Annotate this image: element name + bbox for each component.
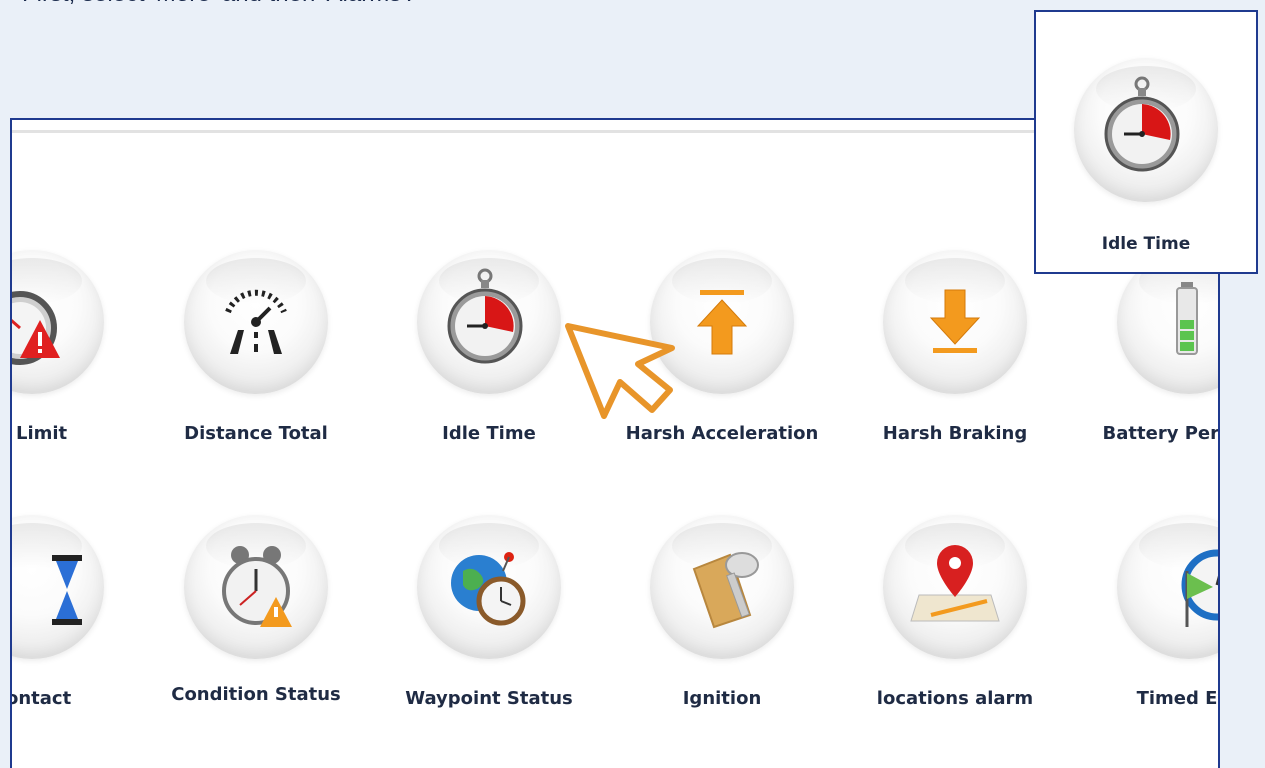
speed-limit-icon xyxy=(12,250,104,394)
alarm-distance-total[interactable]: Distance Total xyxy=(141,250,371,450)
alarm-clock-icon xyxy=(184,515,328,659)
alarm-label: Ignition xyxy=(682,688,762,709)
alarm-label: Condition Status xyxy=(171,684,341,705)
zoom-callout: Idle Time xyxy=(1034,10,1258,274)
alarm-label: d Limit xyxy=(12,423,68,444)
alarm-label: Contact xyxy=(12,688,72,709)
timer-flag-icon xyxy=(1117,515,1218,659)
alarm-harsh-braking[interactable]: Harsh Braking xyxy=(840,250,1070,450)
map-pin-icon xyxy=(883,515,1027,659)
alarm-timed-event[interactable]: Timed Eve xyxy=(1074,515,1218,715)
alarm-battery-percentage[interactable]: Battery Percenta xyxy=(1074,250,1219,450)
alarm-label: Timed Eve xyxy=(1136,688,1218,709)
instruction-text: First, select 'More' and then 'Alarms'. xyxy=(22,0,412,8)
pointer-arrow-icon xyxy=(565,323,675,419)
hourglass-icon xyxy=(12,515,104,659)
alarm-label: Idle Time xyxy=(442,423,536,444)
zoom-label: Idle Time xyxy=(1101,234,1191,254)
stopwatch-icon xyxy=(417,250,561,394)
globe-clock-icon xyxy=(417,515,561,659)
alarm-waypoint-status[interactable]: Waypoint Status xyxy=(374,515,604,715)
alarm-condition-status[interactable]: Condition Status xyxy=(141,515,371,715)
alarm-label: Harsh Acceleration xyxy=(625,423,819,444)
alarm-speed-limit[interactable]: d Limit xyxy=(12,250,147,450)
stopwatch-icon xyxy=(1074,58,1218,202)
alarm-label: Distance Total xyxy=(184,423,328,444)
key-icon xyxy=(650,515,794,659)
alarm-label: Harsh Braking xyxy=(882,423,1028,444)
alarm-label: locations alarm xyxy=(876,688,1034,709)
speedometer-icon xyxy=(184,250,328,394)
alarm-ignition[interactable]: Ignition xyxy=(607,515,837,715)
arrow-down-icon xyxy=(883,250,1027,394)
alarm-locations[interactable]: locations alarm xyxy=(840,515,1070,715)
alarm-contact[interactable]: Contact xyxy=(12,515,147,715)
alarm-label: Waypoint Status xyxy=(405,688,573,709)
alarm-label: Battery Percenta xyxy=(1102,423,1219,444)
